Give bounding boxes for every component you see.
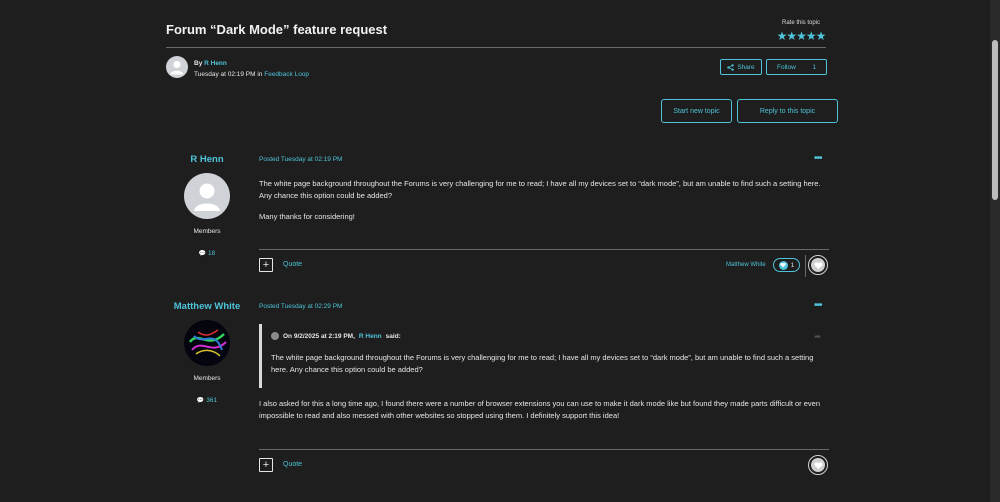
- comment-icon: 💬: [196, 398, 205, 404]
- header-divider: [166, 47, 826, 48]
- start-new-topic-button[interactable]: Start new topic: [661, 99, 732, 123]
- quote-header: On 9/2/2025 at 2:19 PM, R Henn said:: [271, 332, 829, 340]
- post-paragraph: The white page background throughout the…: [259, 179, 821, 200]
- member-group: Members: [193, 228, 221, 235]
- post-date[interactable]: Posted Tuesday at 02:29 PM: [259, 303, 342, 310]
- follow-button[interactable]: Follow 1: [766, 59, 827, 75]
- more-options-icon[interactable]: •••: [814, 300, 822, 311]
- heart-reaction-icon: [778, 260, 788, 270]
- reaction-separator: [805, 255, 806, 277]
- comment-icon: 💬: [198, 251, 207, 257]
- quote-author-avatar: [271, 332, 279, 340]
- react-button[interactable]: [808, 255, 828, 275]
- page-scrollbar[interactable]: [990, 0, 1000, 502]
- user-silhouette-icon: [170, 60, 184, 75]
- quote-text: The white page background throughout the…: [271, 353, 814, 374]
- topic-meta: By R Henn Tuesday at 02:19 PM in Feedbac…: [194, 58, 309, 80]
- heart-icon: [811, 458, 825, 472]
- post-content: The white page background throughout the…: [259, 178, 829, 232]
- by-label: By: [194, 60, 203, 67]
- post-count[interactable]: 💬 361: [167, 397, 247, 404]
- rate-topic-label: Rate this topic: [781, 20, 821, 26]
- post-count-value: 18: [208, 250, 216, 257]
- post-paragraph: I also asked for this a long time ago, I…: [259, 399, 821, 420]
- avatar[interactable]: [184, 320, 230, 366]
- abstract-avatar-icon: [188, 329, 227, 357]
- avatar[interactable]: [166, 56, 188, 78]
- quote-button[interactable]: Quote: [283, 461, 302, 468]
- post-date[interactable]: Posted Tuesday at 02:19 PM: [259, 156, 342, 163]
- share-icon: [727, 63, 735, 71]
- scrollbar-thumb[interactable]: [992, 40, 998, 200]
- follow-count: 1: [812, 63, 816, 71]
- in-label: in: [257, 71, 263, 78]
- react-button[interactable]: [808, 455, 828, 475]
- quoted-post: On 9/2/2025 at 2:19 PM, R Henn said: The…: [259, 324, 829, 388]
- reaction-summary[interactable]: 1: [773, 258, 800, 272]
- quote-date: On 9/2/2025 at 2:19 PM,: [283, 332, 355, 340]
- post-author-name[interactable]: R Henn: [167, 154, 247, 165]
- quote-button[interactable]: Quote: [283, 261, 302, 268]
- follow-label: Follow: [777, 63, 796, 71]
- topic-date: Tuesday at 02:19 PM: [194, 71, 256, 78]
- share-button[interactable]: Share: [720, 59, 762, 75]
- topic-author-link[interactable]: R Henn: [204, 60, 227, 67]
- post-count[interactable]: 💬 18: [167, 250, 247, 257]
- post-count-value: 361: [206, 397, 218, 404]
- post-divider: [259, 249, 829, 250]
- member-group: Members: [193, 375, 221, 382]
- multiquote-plus-icon[interactable]: +: [259, 458, 273, 472]
- forum-link[interactable]: Feedback Loop: [264, 71, 309, 78]
- go-to-quoted-post-icon[interactable]: ➦: [814, 332, 821, 341]
- page-title: Forum “Dark Mode” feature request: [166, 22, 388, 37]
- reply-to-topic-button[interactable]: Reply to this topic: [737, 99, 838, 123]
- post-divider: [259, 449, 829, 450]
- reaction-count: 1: [790, 261, 795, 269]
- post-content: I also asked for this a long time ago, I…: [259, 398, 829, 431]
- star-rating-icon[interactable]: ★★★★★: [777, 29, 827, 43]
- rate-topic[interactable]: Rate this topic ★★★★★: [770, 20, 832, 45]
- multiquote-plus-icon[interactable]: +: [259, 258, 273, 272]
- post-author-name[interactable]: Matthew White: [167, 301, 247, 312]
- post-author-panel: Matthew White Members 💬 361: [167, 301, 247, 404]
- reaction-user-link[interactable]: Matthew White: [726, 262, 766, 268]
- avatar[interactable]: [184, 173, 230, 219]
- post-paragraph: Many thanks for considering!: [259, 212, 355, 221]
- more-options-icon[interactable]: •••: [814, 153, 822, 164]
- post-author-panel: R Henn Members 💬 18: [167, 154, 247, 257]
- quote-said: said:: [385, 332, 401, 340]
- quote-author-link[interactable]: R Henn: [359, 333, 382, 340]
- user-silhouette-icon: [194, 183, 220, 211]
- share-label: Share: [737, 63, 755, 71]
- heart-icon: [811, 258, 825, 272]
